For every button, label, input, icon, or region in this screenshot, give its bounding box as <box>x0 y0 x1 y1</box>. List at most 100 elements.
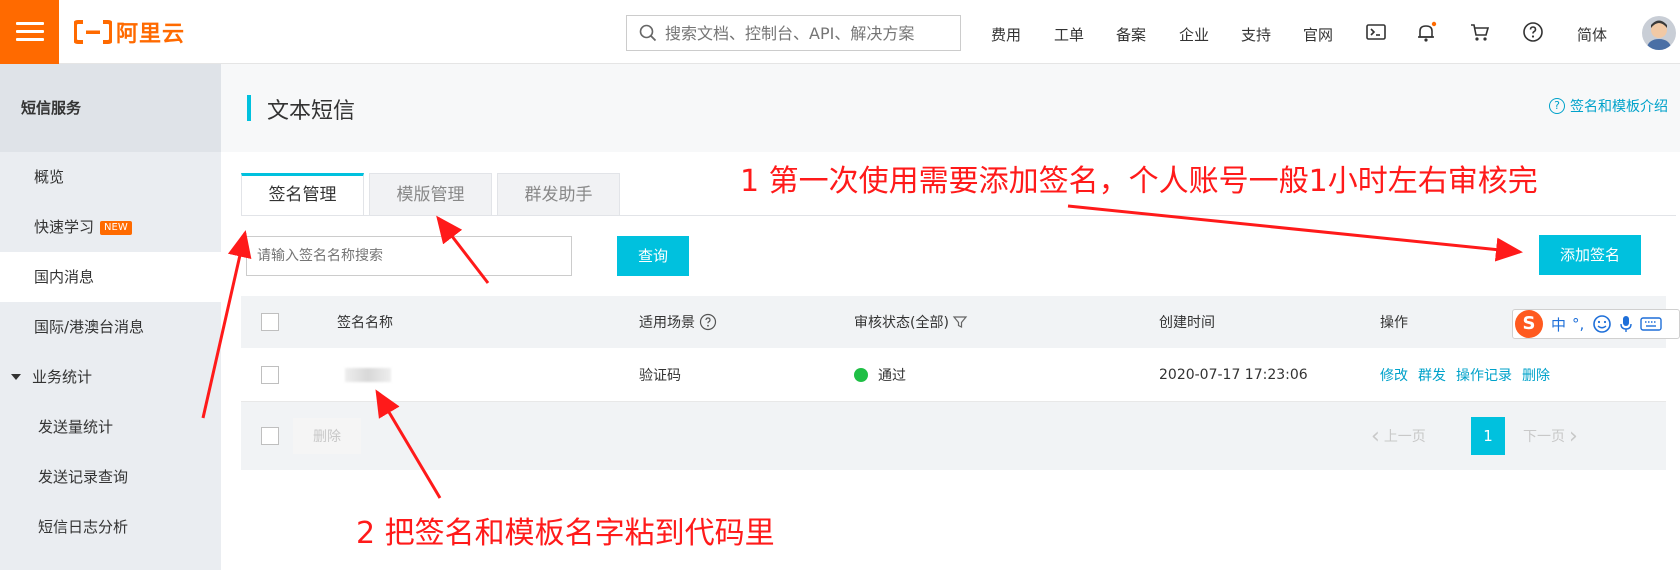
keyboard-icon[interactable] <box>1640 315 1662 333</box>
sidebar-item-send-records[interactable]: 发送记录查询 <box>0 452 221 502</box>
nav-fees[interactable]: 费用 <box>991 24 1021 45</box>
annotation-note-2: 2 把签名和模板名字粘到代码里 <box>356 516 775 551</box>
sidebar: 短信服务 概览 快速学习 NEW 国内消息 国际/港澳台消息 业务统计 发送量统计… <box>0 64 221 570</box>
signature-search-input[interactable] <box>246 236 572 276</box>
sidebar-item-send-volume[interactable]: 发送量统计 <box>0 402 221 452</box>
tab-bulk-send[interactable]: 群发助手 <box>497 173 620 215</box>
chevron-left-icon: ‹ <box>1371 423 1380 449</box>
nav-official-site[interactable]: 官网 <box>1303 24 1333 45</box>
sidebar-item-overview[interactable]: 概览 <box>0 152 221 202</box>
col-review-status[interactable]: 审核状态(全部) <box>854 296 968 348</box>
col-status-label: 审核状态(全部) <box>854 315 949 331</box>
nav-support[interactable]: 支持 <box>1241 24 1271 45</box>
question-icon[interactable] <box>699 313 717 331</box>
status-badge: 通过 <box>878 367 906 384</box>
row-checkbox[interactable] <box>261 365 279 384</box>
edit-link[interactable]: 修改 <box>1380 365 1408 385</box>
sidebar-item-label: 业务统计 <box>32 368 93 386</box>
sidebar-item-label: 发送量统计 <box>38 418 114 436</box>
nav-enterprise[interactable]: 企业 <box>1179 24 1209 45</box>
page-title: 文本短信 <box>267 99 356 124</box>
nav-tickets[interactable]: 工单 <box>1054 24 1084 45</box>
add-signature-button[interactable]: 添加签名 <box>1539 235 1641 275</box>
col-signature-name: 签名名称 <box>337 315 393 331</box>
brand-logo[interactable]: 阿里云 <box>74 18 185 47</box>
sidebar-item-log-analysis[interactable]: 短信日志分析 <box>0 502 221 552</box>
caret-down-icon <box>11 374 21 380</box>
scene-cell: 验证码 <box>639 367 681 384</box>
sidebar-item-label: 概览 <box>34 168 65 186</box>
select-all-checkbox-cell[interactable] <box>261 296 279 348</box>
sidebar-item-quick-learn[interactable]: 快速学习 NEW <box>0 202 221 252</box>
emoji-icon[interactable] <box>1592 314 1612 334</box>
row-checkbox-cell[interactable] <box>261 348 279 401</box>
chevron-right-icon: › <box>1569 423 1578 449</box>
sidebar-item-label: 快速学习 <box>34 218 95 236</box>
prev-page-label: 上一页 <box>1383 429 1426 445</box>
sidebar-item-statistics[interactable]: 业务统计 <box>0 352 221 402</box>
title-accent-bar <box>247 95 251 121</box>
main-content: 文本短信 ? 签名和模板介绍 签名管理 模版管理 群发助手 查询 添加签名 签名… <box>221 64 1680 570</box>
sogou-logo-icon: S <box>1515 310 1543 338</box>
search-input[interactable] <box>665 23 955 43</box>
sidebar-item-label: 国内消息 <box>34 268 95 286</box>
status-cell: 通过 <box>854 348 906 401</box>
page-header: 文本短信 ? 签名和模板介绍 <box>221 64 1680 152</box>
page-number-button[interactable]: 1 <box>1471 417 1505 455</box>
prev-page-button[interactable]: ‹ 上一页 <box>1371 402 1426 470</box>
global-search[interactable] <box>626 15 961 51</box>
signature-name-cell <box>345 348 391 401</box>
table-footer: 删除 ‹ 上一页 1 下一页 › <box>241 402 1666 470</box>
footer-checkbox[interactable] <box>261 427 279 445</box>
filter-icon[interactable] <box>952 314 968 330</box>
created-time-cell: 2020-07-17 17:23:06 <box>1159 366 1308 383</box>
language-switch[interactable]: 简体 <box>1577 24 1607 45</box>
sidebar-item-domestic[interactable]: 国内消息 <box>0 252 221 302</box>
avatar[interactable] <box>1642 16 1676 50</box>
terminal-icon[interactable] <box>1364 20 1388 44</box>
ime-toolbar[interactable]: S 中 °, <box>1512 309 1680 339</box>
annotation-note-1: 1 第一次使用需要添加签名，个人账号一般1小时左右审核完 <box>740 164 1538 199</box>
tab-template[interactable]: 模版管理 <box>369 173 492 215</box>
ime-punct[interactable]: °, <box>1572 315 1584 333</box>
sidebar-title: 短信服务 <box>0 64 221 152</box>
sidebar-item-label: 短信日志分析 <box>38 518 129 536</box>
sidebar-item-international[interactable]: 国际/港澳台消息 <box>0 302 221 352</box>
help-link-label: 签名和模板介绍 <box>1570 99 1668 115</box>
bulk-delete-label: 删除 <box>293 418 361 454</box>
next-page-label: 下一页 <box>1523 429 1565 445</box>
bulk-send-link[interactable]: 群发 <box>1418 365 1446 385</box>
nav-filing[interactable]: 备案 <box>1116 24 1146 45</box>
query-button[interactable]: 查询 <box>617 236 689 276</box>
ime-mode[interactable]: 中 <box>1551 314 1566 335</box>
sidebar-item-label: 发送记录查询 <box>38 468 129 486</box>
col-created-time: 创建时间 <box>1159 315 1215 331</box>
tab-signature[interactable]: 签名管理 <box>241 173 364 215</box>
search-icon <box>639 24 657 42</box>
footer-checkbox-cell[interactable] <box>261 402 279 470</box>
actions-cell: 修改 群发 操作记录 删除 <box>1380 348 1560 401</box>
select-all-checkbox[interactable] <box>261 313 279 331</box>
redacted-signature-name <box>345 367 391 382</box>
status-success-icon <box>854 367 868 382</box>
delete-link[interactable]: 删除 <box>1522 365 1550 385</box>
cart-icon[interactable] <box>1468 20 1492 44</box>
top-navbar: 阿里云 费用 工单 备案 企业 支持 官网 <box>0 0 1680 64</box>
operation-log-link[interactable]: 操作记录 <box>1456 365 1512 385</box>
table-header: 签名名称 适用场景 审核状态(全部) 创建时间 操作 <box>241 296 1666 348</box>
new-badge: NEW <box>100 220 132 235</box>
col-scene-label: 适用场景 <box>639 315 695 331</box>
help-link[interactable]: ? 签名和模板介绍 <box>1549 96 1668 116</box>
microphone-icon[interactable] <box>1618 314 1634 334</box>
bell-icon[interactable] <box>1414 20 1438 44</box>
col-scene: 适用场景 <box>639 296 717 348</box>
table-row: 验证码 通过 2020-07-17 17:23:06 修改 群发 操作记录 删除 <box>241 348 1666 402</box>
help-icon[interactable] <box>1521 20 1545 44</box>
aliyun-logo-icon <box>74 20 112 44</box>
col-actions: 操作 <box>1380 315 1408 331</box>
console-page: 阿里云 费用 工单 备案 企业 支持 官网 <box>0 0 1680 570</box>
menu-icon[interactable] <box>0 0 59 64</box>
user-avatar-icon <box>1646 20 1672 50</box>
bulk-delete-button[interactable]: 删除 <box>293 402 361 470</box>
next-page-button[interactable]: 下一页 › <box>1523 402 1578 470</box>
